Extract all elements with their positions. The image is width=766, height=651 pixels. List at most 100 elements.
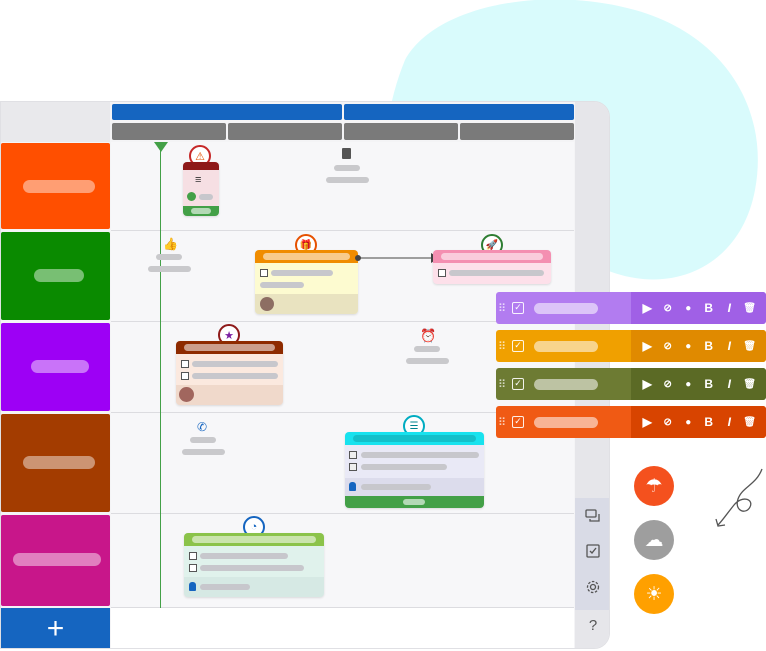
card-line bbox=[449, 270, 544, 276]
timeline-header-period-2[interactable] bbox=[344, 104, 574, 120]
style-checkbox[interactable]: ✓ bbox=[512, 378, 524, 390]
add-row-button[interactable]: + bbox=[1, 608, 110, 648]
timeline-subheader-3[interactable] bbox=[344, 123, 458, 140]
style-name-placeholder bbox=[534, 340, 598, 352]
timeline-subheader-2[interactable] bbox=[228, 123, 342, 140]
row-label-placeholder bbox=[31, 360, 89, 373]
delete-icon[interactable]: 🗑 bbox=[743, 379, 757, 390]
dependency-arrow[interactable] bbox=[355, 252, 439, 264]
card-header bbox=[184, 533, 324, 546]
play-icon[interactable]: ▶ bbox=[640, 339, 654, 353]
bottom-strip bbox=[111, 608, 574, 648]
drag-handle-icon[interactable]: ⠿ bbox=[496, 378, 508, 391]
cloud-sun-icon: ☁ bbox=[644, 529, 664, 551]
play-icon[interactable]: ▶ bbox=[640, 377, 654, 391]
document-icon bbox=[342, 148, 351, 159]
drag-handle-icon[interactable]: ⠿ bbox=[496, 416, 508, 429]
task-checkbox[interactable] bbox=[181, 360, 189, 368]
bold-icon[interactable]: B bbox=[702, 339, 716, 353]
row-header-5[interactable] bbox=[1, 515, 110, 606]
header-corner bbox=[1, 102, 110, 142]
bold-icon[interactable]: B bbox=[702, 415, 716, 429]
row-header-2[interactable] bbox=[1, 232, 110, 320]
bold-icon[interactable]: B bbox=[702, 301, 716, 315]
user-icon bbox=[189, 582, 196, 591]
italic-icon[interactable]: I bbox=[722, 301, 736, 315]
note-line bbox=[406, 358, 449, 364]
gift-card[interactable] bbox=[255, 250, 358, 314]
fill-icon[interactable]: ● bbox=[681, 341, 695, 352]
task-checkbox[interactable] bbox=[189, 552, 197, 560]
play-icon[interactable]: ▶ bbox=[640, 415, 654, 429]
card-assignee-bar bbox=[184, 577, 324, 597]
timeline-subheader-4[interactable] bbox=[460, 123, 574, 140]
style-checkbox[interactable]: ✓ bbox=[512, 416, 524, 428]
drag-handle-icon[interactable]: ⠿ bbox=[496, 302, 508, 315]
row-header-3[interactable] bbox=[1, 323, 110, 411]
task-checkbox[interactable] bbox=[189, 564, 197, 572]
style-row[interactable]: ⠿ ✓ ▶ ⊘ ● B I 🗑 bbox=[496, 406, 766, 438]
delete-icon[interactable]: 🗑 bbox=[743, 341, 757, 352]
sunny-weather-button[interactable]: ☀ bbox=[634, 574, 674, 614]
card-line bbox=[192, 373, 278, 379]
hide-icon[interactable]: ⊘ bbox=[661, 379, 675, 390]
italic-icon[interactable]: I bbox=[722, 377, 736, 391]
hide-icon[interactable]: ⊘ bbox=[661, 303, 675, 314]
delete-icon[interactable]: 🗑 bbox=[743, 303, 757, 314]
drag-handle-icon[interactable]: ⠿ bbox=[496, 340, 508, 353]
gear-icon[interactable] bbox=[582, 576, 604, 598]
phone-icon: ✆ bbox=[197, 420, 208, 434]
card-header bbox=[183, 162, 219, 170]
style-name-placeholder bbox=[534, 416, 598, 428]
today-marker[interactable] bbox=[154, 142, 168, 152]
style-row[interactable]: ⠿ ✓ ▶ ⊘ ● B I 🗑 bbox=[496, 292, 766, 324]
card-line bbox=[192, 361, 278, 367]
style-checkbox[interactable]: ✓ bbox=[512, 340, 524, 352]
row-header-4[interactable] bbox=[1, 414, 110, 512]
note-line bbox=[156, 254, 182, 260]
card-footer bbox=[183, 206, 219, 216]
hide-icon[interactable]: ⊘ bbox=[661, 417, 675, 428]
warning-card[interactable]: ≡ bbox=[183, 162, 219, 216]
tasks-card[interactable] bbox=[345, 432, 484, 508]
task-checkbox[interactable] bbox=[438, 269, 446, 277]
play-icon[interactable]: ▶ bbox=[640, 301, 654, 315]
italic-icon[interactable]: I bbox=[722, 339, 736, 353]
pie-card[interactable] bbox=[184, 533, 324, 597]
style-checkbox[interactable]: ✓ bbox=[512, 302, 524, 314]
fill-icon[interactable]: ● bbox=[681, 303, 695, 314]
rain-weather-button[interactable]: ☂ bbox=[634, 466, 674, 506]
card-line bbox=[361, 452, 479, 458]
hide-icon[interactable]: ⊘ bbox=[661, 341, 675, 352]
task-checkbox[interactable] bbox=[260, 269, 268, 277]
cloudy-weather-button[interactable]: ☁ bbox=[634, 520, 674, 560]
card-assignee-bar bbox=[345, 478, 484, 496]
done-icon bbox=[187, 192, 196, 201]
bold-icon[interactable]: B bbox=[702, 377, 716, 391]
fill-icon[interactable]: ● bbox=[681, 379, 695, 390]
task-checkbox-checked[interactable] bbox=[349, 451, 357, 459]
avatar bbox=[260, 297, 274, 311]
card-header bbox=[255, 250, 358, 263]
task-checkbox[interactable] bbox=[181, 372, 189, 380]
today-line bbox=[160, 142, 161, 608]
style-name-placeholder bbox=[534, 302, 598, 314]
star-card[interactable] bbox=[176, 341, 283, 405]
rocket-card[interactable] bbox=[433, 250, 551, 284]
align-icon: ≡ bbox=[195, 174, 202, 186]
card-line bbox=[200, 553, 288, 559]
note-line bbox=[190, 437, 216, 443]
timeline-subheader-1[interactable] bbox=[112, 123, 226, 140]
style-row[interactable]: ⠿ ✓ ▶ ⊘ ● B I 🗑 bbox=[496, 368, 766, 400]
chat-icon[interactable] bbox=[582, 505, 604, 527]
task-checkbox-checked[interactable] bbox=[349, 463, 357, 471]
timeline-header-period-1[interactable] bbox=[112, 104, 342, 120]
italic-icon[interactable]: I bbox=[722, 415, 736, 429]
style-row[interactable]: ⠿ ✓ ▶ ⊘ ● B I 🗑 bbox=[496, 330, 766, 362]
row-header-1[interactable] bbox=[1, 143, 110, 229]
card-footer bbox=[345, 496, 484, 508]
fill-icon[interactable]: ● bbox=[681, 417, 695, 428]
help-icon[interactable]: ? bbox=[582, 614, 604, 636]
delete-icon[interactable]: 🗑 bbox=[743, 417, 757, 428]
checklist-icon[interactable] bbox=[582, 540, 604, 562]
